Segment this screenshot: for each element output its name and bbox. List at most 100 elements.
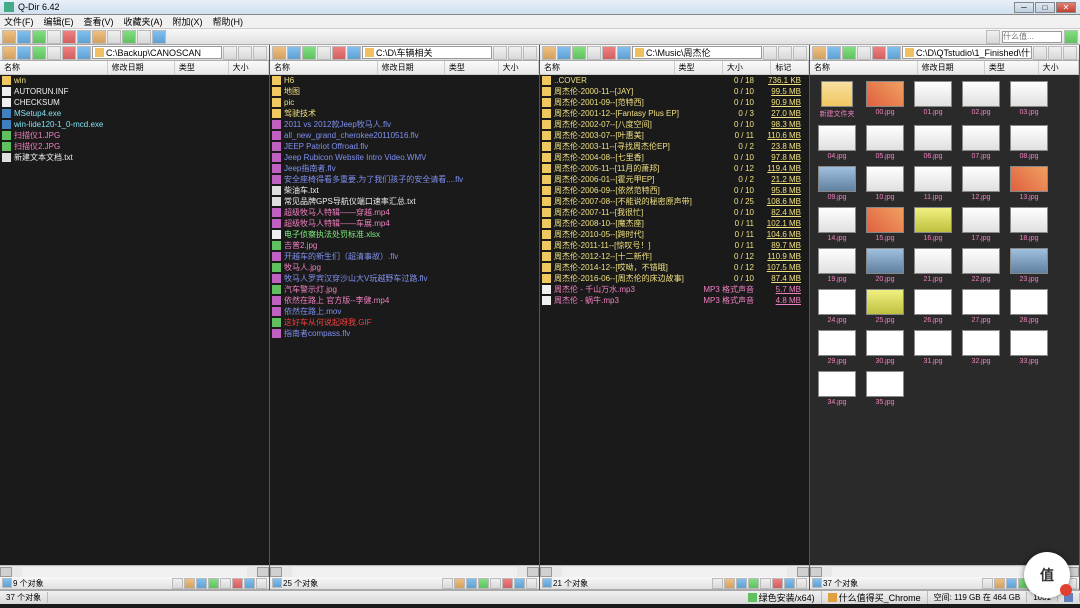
thumbnail[interactable]: 29.jpg (816, 330, 858, 365)
nav-button[interactable] (617, 46, 631, 60)
file-row[interactable]: 周杰伦-2006-01--[霍元甲EP]0 / 221.2 MB (540, 174, 809, 185)
view-button[interactable] (184, 578, 195, 589)
nav-button[interactable] (47, 46, 61, 60)
pane-button[interactable] (253, 46, 267, 60)
file-row[interactable]: 电子侦察执法处罚标准.xlsx (270, 229, 539, 240)
view-button[interactable] (502, 578, 513, 589)
file-row[interactable]: 这好车从何说起呀我.GIF (270, 317, 539, 328)
nav-button[interactable] (62, 46, 76, 60)
close-button[interactable]: ✕ (1056, 2, 1076, 13)
pane-button[interactable] (508, 46, 522, 60)
file-row[interactable]: 地图 (270, 86, 539, 97)
column-header[interactable]: 类型 (985, 61, 1039, 74)
file-row[interactable]: 依然在路上 官方版--李健.mp4 (270, 295, 539, 306)
file-row[interactable]: 周杰伦-2011-11--[惊叹号！]0 / 1189.7 MB (540, 240, 809, 251)
view-button[interactable] (1006, 578, 1017, 589)
toolbar-button[interactable] (47, 30, 61, 44)
nav-button[interactable] (272, 46, 286, 60)
toolbar-button[interactable] (77, 30, 91, 44)
toolbar-button[interactable] (2, 30, 16, 44)
view-button[interactable] (514, 578, 525, 589)
view-button[interactable] (196, 578, 207, 589)
nav-button[interactable] (557, 46, 571, 60)
thumbnail[interactable]: 03.jpg (1008, 81, 1050, 119)
thumbnail[interactable]: 05.jpg (864, 125, 906, 160)
view-button[interactable] (772, 578, 783, 589)
nav-button[interactable] (887, 46, 901, 60)
search-icon[interactable] (986, 30, 1000, 44)
thumbnail[interactable]: 21.jpg (912, 248, 954, 283)
file-list[interactable]: H6地图pic驾驶技术2011 vs 2012款Jeep牧马人.flvall_n… (270, 75, 539, 565)
file-row[interactable]: 周杰伦-2008-10--[魔杰座]0 / 11102.1 MB (540, 218, 809, 229)
toolbar-button[interactable] (62, 30, 76, 44)
thumbnail[interactable]: 13.jpg (1008, 166, 1050, 201)
file-row[interactable]: 汽车警示灯.jpg (270, 284, 539, 295)
view-button[interactable] (736, 578, 747, 589)
view-button[interactable] (232, 578, 243, 589)
view-button[interactable] (982, 578, 993, 589)
pane-button[interactable] (493, 46, 507, 60)
nav-button[interactable] (842, 46, 856, 60)
file-row[interactable]: 牧马人.jpg (270, 262, 539, 273)
file-row[interactable]: 超级牧马人特辑——车展.mp4 (270, 218, 539, 229)
column-header[interactable]: 类型 (675, 61, 723, 74)
address-bar[interactable]: C:\Backup\CANOSCAN (92, 46, 222, 59)
pane-button[interactable] (778, 46, 792, 60)
column-header[interactable]: 修改日期 (378, 61, 445, 74)
toolbar-button[interactable] (137, 30, 151, 44)
nav-button[interactable] (302, 46, 316, 60)
search-go-button[interactable] (1064, 30, 1078, 44)
pane-button[interactable] (1048, 46, 1062, 60)
file-row[interactable]: 周杰伦-2001-09--[范特西]0 / 1090.9 MB (540, 97, 809, 108)
file-row[interactable]: win-lide120-1_0-mcd.exe (0, 119, 269, 130)
thumbnail[interactable]: 34.jpg (816, 371, 858, 406)
column-header[interactable]: 修改日期 (108, 61, 175, 74)
file-row[interactable]: AUTORUN.INF (0, 86, 269, 97)
thumbnail[interactable]: 04.jpg (816, 125, 858, 160)
view-button[interactable] (220, 578, 231, 589)
file-row[interactable]: MSetup4.exe (0, 108, 269, 119)
toolbar-button[interactable] (32, 30, 46, 44)
file-row[interactable]: 指南者compass.flv (270, 328, 539, 339)
view-button[interactable] (478, 578, 489, 589)
column-header[interactable]: 大小 (499, 61, 539, 74)
file-row[interactable]: 牧马人罗宾汉穿沙山大V玩越野车过路.flv (270, 273, 539, 284)
view-button[interactable] (466, 578, 477, 589)
file-row[interactable]: Jeep Rubicon Website Intro Video.WMV (270, 152, 539, 163)
file-row[interactable]: 驾驶技术 (270, 108, 539, 119)
pane-button[interactable] (238, 46, 252, 60)
nav-button[interactable] (32, 46, 46, 60)
pane-button[interactable] (793, 46, 807, 60)
menu-view[interactable]: 查看(V) (84, 15, 114, 28)
thumbnail[interactable]: 24.jpg (816, 289, 858, 324)
file-row[interactable]: 扫描仪2.JPG (0, 141, 269, 152)
address-bar[interactable]: C:\D\QTstudio\1_Finished\什么值得买_Chrome (902, 46, 1032, 59)
menu-edit[interactable]: 编辑(E) (44, 15, 74, 28)
file-row[interactable]: 周杰伦-2003-07--[叶惠美]0 / 11110.6 MB (540, 130, 809, 141)
column-header[interactable]: 名称 (810, 61, 918, 74)
file-list[interactable]: ..COVER0 / 18736.1 KB周杰伦-2000-11--[JAY]0… (540, 75, 809, 565)
nav-button[interactable] (872, 46, 886, 60)
view-button[interactable] (490, 578, 501, 589)
thumbnail[interactable]: 31.jpg (912, 330, 954, 365)
file-row[interactable]: 周杰伦-2000-11--[JAY]0 / 1099.5 MB (540, 86, 809, 97)
nav-button[interactable] (812, 46, 826, 60)
file-row[interactable]: CHECKSUM (0, 97, 269, 108)
file-row[interactable]: 新建文本文档.txt (0, 152, 269, 163)
file-row[interactable]: ..COVER0 / 18736.1 KB (540, 75, 809, 86)
thumbnail[interactable]: 20.jpg (864, 248, 906, 283)
file-row[interactable]: 周杰伦 - 千山万水.mp3MP3 格式声音5.7 MB (540, 284, 809, 295)
file-row[interactable]: 开越车的新生们（超清事故）.flv (270, 251, 539, 262)
file-row[interactable]: 周杰伦-2014-12--[哎呦，不错哦]0 / 12107.5 MB (540, 262, 809, 273)
thumbnail[interactable]: 28.jpg (1008, 289, 1050, 324)
file-row[interactable]: 周杰伦-2005-11--[11月的萧邦]0 / 12119.4 MB (540, 163, 809, 174)
file-row[interactable]: H6 (270, 75, 539, 86)
view-button[interactable] (712, 578, 723, 589)
thumbnail[interactable]: 19.jpg (816, 248, 858, 283)
file-row[interactable]: 周杰伦 - 蜗牛.mp3MP3 格式声音4.8 MB (540, 295, 809, 306)
pane-button[interactable] (763, 46, 777, 60)
thumbnail[interactable]: 07.jpg (960, 125, 1002, 160)
column-header[interactable]: 类型 (175, 61, 229, 74)
file-row[interactable]: 依然在路上.mov (270, 306, 539, 317)
view-button[interactable] (784, 578, 795, 589)
